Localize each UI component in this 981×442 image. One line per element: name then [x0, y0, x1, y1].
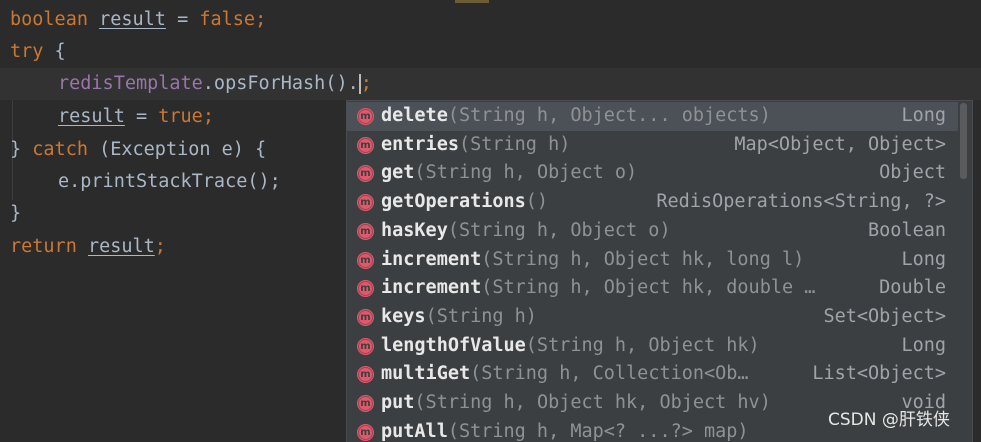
literal: true [158, 106, 203, 127]
method-params: (String h, Collection<Ob… [470, 363, 749, 385]
method-params: (String h) [425, 305, 537, 327]
variable: result [99, 9, 166, 30]
method-icon: m [357, 251, 374, 269]
method-name: put [381, 392, 415, 413]
semicolon: ; [255, 9, 267, 30]
variable: result [87, 236, 155, 257]
semicolon: ; [202, 106, 214, 127]
method-icon: m [357, 308, 374, 326]
method-name: increment [381, 248, 482, 270]
operator: = [124, 106, 159, 127]
field-reference: redisTemplate [58, 73, 203, 94]
method-name: multiGet [381, 363, 471, 385]
method-icon: m [357, 222, 374, 240]
method-name: get [381, 162, 415, 184]
keyword: catch [32, 139, 88, 160]
method-params: () [525, 191, 549, 213]
return-type: Long [901, 102, 946, 131]
return-type: Double [879, 277, 946, 299]
popup-scrollbar[interactable] [960, 103, 967, 179]
completion-item[interactable]: m multiGet(String h, Collection<Ob… List<O… [347, 360, 958, 389]
method-params: (String h, Object hk, double … [481, 277, 816, 299]
completion-item[interactable]: m increment(String h, Object hk, long l) L… [347, 246, 958, 275]
semicolon: ; [154, 236, 166, 257]
literal: false [199, 9, 256, 30]
method-params: (String h, Object o) [414, 162, 638, 184]
code-text: (Exception e) { [87, 139, 267, 160]
method-icon: m [357, 366, 374, 384]
semicolon: ; [360, 73, 372, 94]
brace: } [10, 203, 22, 224]
method-name: lengthOfValue [381, 334, 526, 356]
completion-item[interactable]: m getOperations() RedisOperations<String, … [347, 188, 958, 217]
method-icon: m [357, 395, 374, 412]
method-name: putAll [381, 420, 448, 442]
return-type: Long [901, 248, 946, 270]
code-line-1[interactable]: boolean result = false; [0, 4, 981, 36]
method-params: (String h) [458, 133, 571, 155]
code-line-3[interactable]: redisTemplate.opsForHash().; [0, 68, 981, 100]
method-icon: m [357, 423, 374, 441]
return-type: List<Object> [812, 363, 946, 385]
keyword: return [10, 236, 77, 257]
keyword: boolean [10, 9, 88, 30]
completion-item[interactable]: m delete(String h, Object... objects) Long [347, 102, 958, 131]
completion-item[interactable]: m entries(String h) Map<Object, Object> [347, 131, 958, 160]
method-params: (String h, Object hk) [525, 334, 760, 356]
watermark: CSDN @肝铁侠 [828, 410, 950, 430]
method-call: .opsForHash(). [202, 73, 359, 94]
method-params: (String h, Map<? ...?> map) [447, 420, 749, 442]
return-type: Long [901, 334, 946, 356]
completion-item[interactable]: m hasKey(String h, Object o) Boolean [347, 217, 958, 246]
keyword: try [10, 41, 44, 62]
method-name: hasKey [381, 219, 448, 241]
method-params: (String h, Object o) [447, 219, 671, 241]
variable: result [58, 106, 125, 127]
method-name: keys [381, 305, 426, 327]
return-type: RedisOperations<String, ?> [656, 191, 946, 213]
return-type: Set<Object> [823, 305, 946, 327]
method-icon: m [357, 165, 374, 183]
completion-item[interactable]: m get(String h, Object o) Object [347, 159, 958, 188]
return-type: Boolean [868, 219, 946, 241]
method-name: getOperations [381, 191, 526, 213]
completion-popup[interactable]: m delete(String h, Object... objects) Long… [346, 100, 973, 442]
completion-item[interactable]: m lengthOfValue(String h, Object hk) Long [347, 332, 958, 361]
method-icon: m [357, 337, 374, 355]
method-icon: m [357, 108, 374, 125]
method-name: increment [381, 277, 482, 299]
code-text: e.printStackTrace(); [58, 171, 281, 192]
method-name: delete [381, 105, 448, 126]
operator: = [165, 9, 200, 30]
method-icon: m [357, 136, 374, 154]
method-params: (String h, Object hk, Object hv) [414, 392, 771, 413]
code-line-2[interactable]: try { [0, 36, 981, 68]
method-name: entries [381, 133, 459, 155]
return-type: Object [879, 162, 946, 184]
method-icon: m [357, 194, 374, 212]
method-params: (String h, Object... objects) [447, 105, 771, 126]
brace: } [10, 139, 33, 160]
return-type: Map<Object, Object> [734, 133, 946, 155]
code-text: { [43, 41, 66, 62]
method-icon: m [357, 280, 374, 298]
method-params: (String h, Object hk, long l) [481, 248, 805, 270]
completion-item[interactable]: m increment(String h, Object hk, double …… [347, 274, 958, 303]
completion-item[interactable]: m keys(String h) Set<Object> [347, 303, 958, 332]
